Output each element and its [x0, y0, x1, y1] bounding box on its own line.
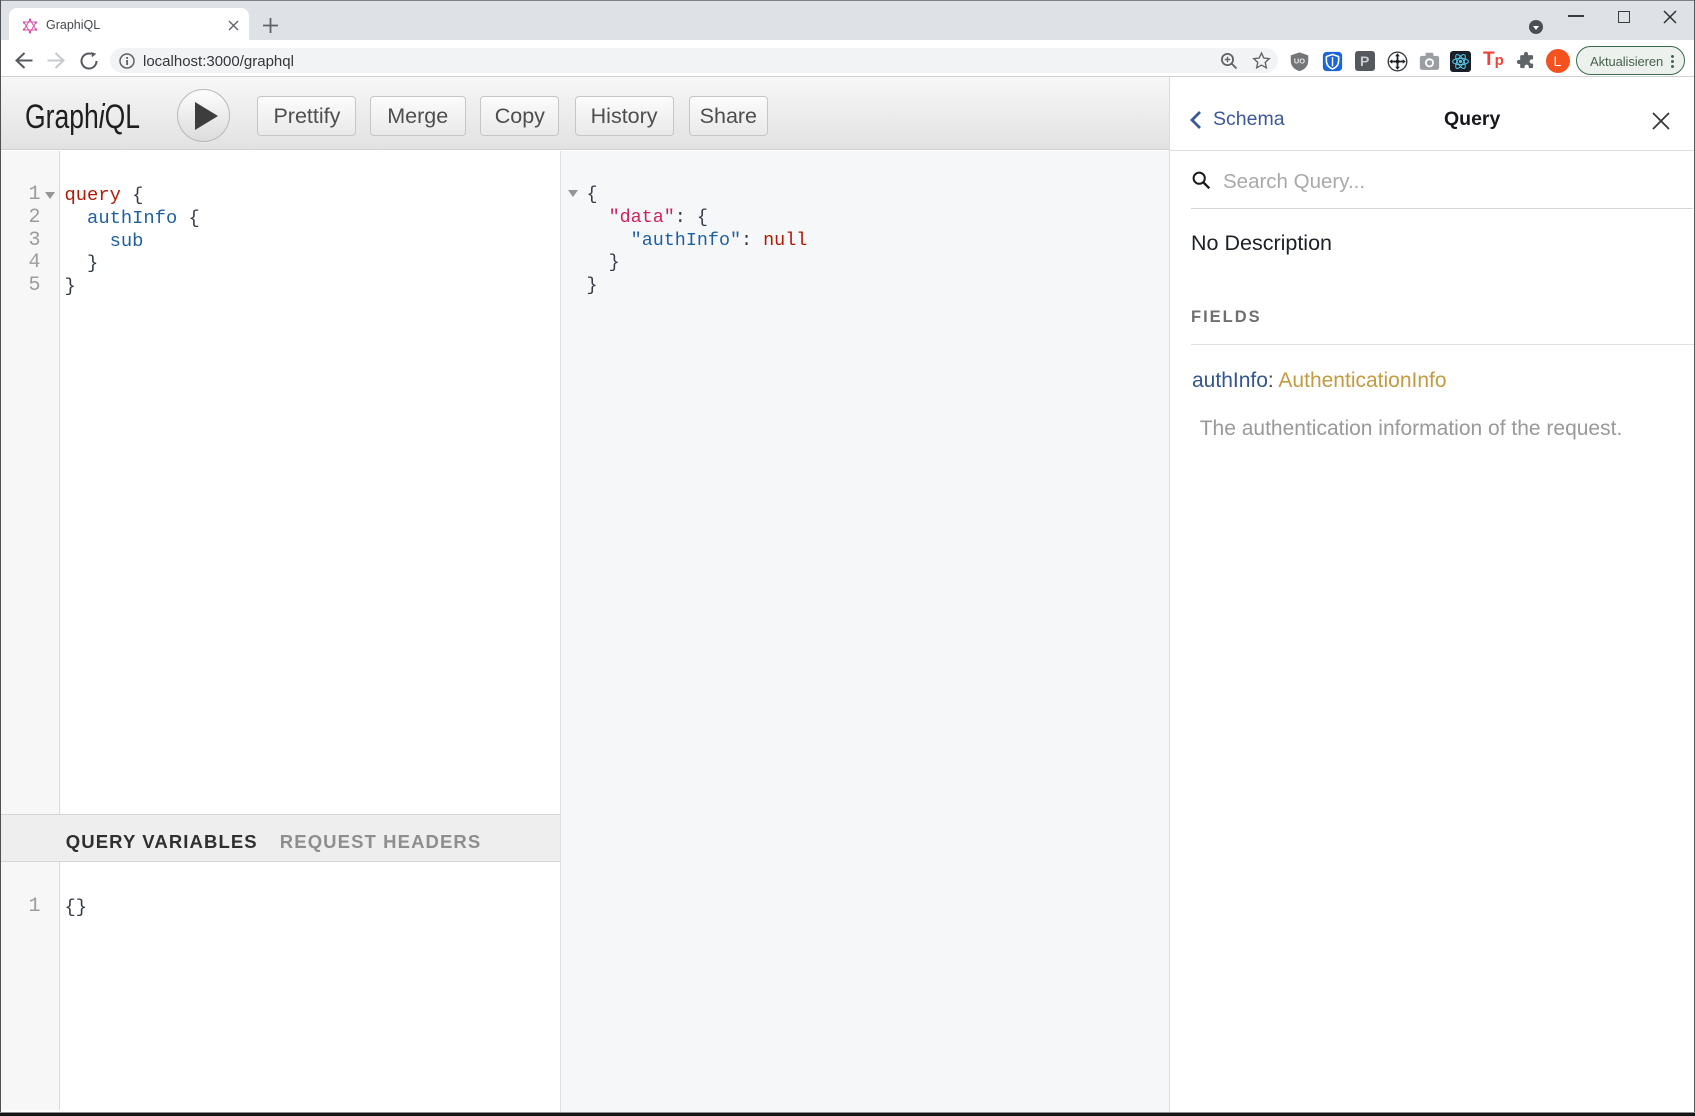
- svg-text:UO: UO: [1294, 57, 1305, 66]
